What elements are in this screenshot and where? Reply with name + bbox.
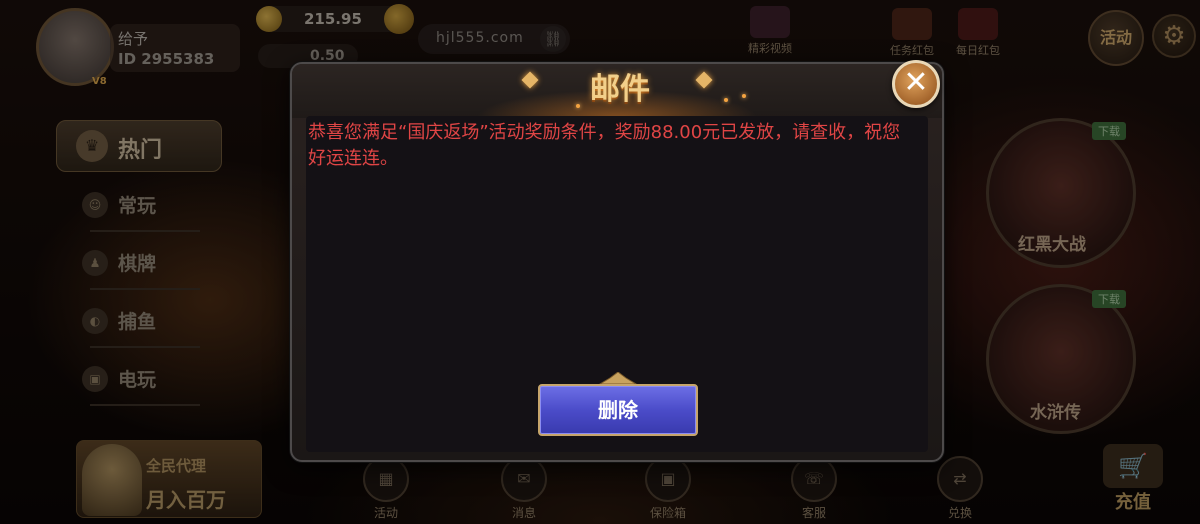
sparkle <box>742 94 746 98</box>
dialog-title: 邮件 <box>590 72 650 107</box>
close-icon[interactable]: ✕ <box>892 60 940 108</box>
mail-message: 恭喜您满足“国庆返场”活动奖励条件，奖励88.00元已发放，请查收，祝您好运连连… <box>308 122 901 169</box>
sparkle <box>724 98 728 102</box>
delete-button[interactable]: 删除 <box>538 384 698 436</box>
